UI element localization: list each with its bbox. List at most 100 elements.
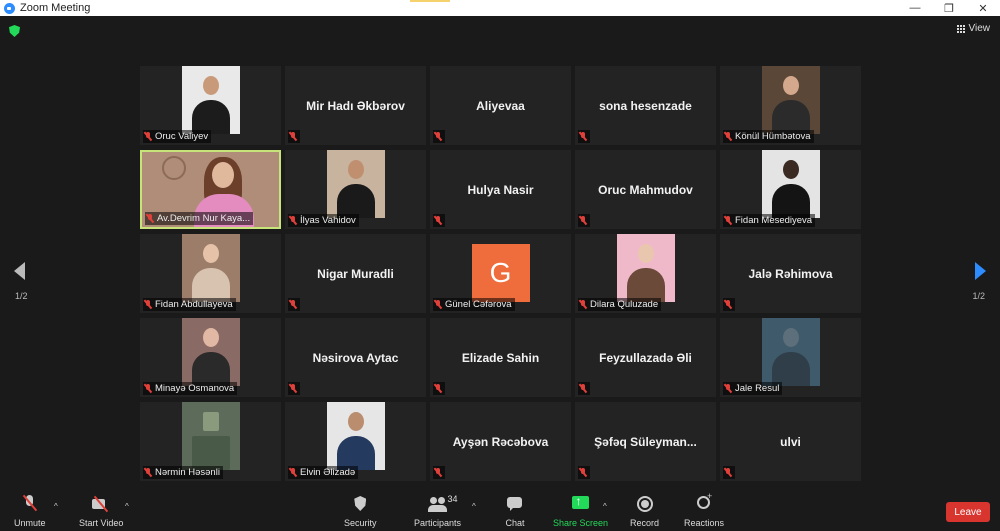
participant-tile[interactable]: Mir Hadı Əkbərov — [285, 66, 426, 145]
participant-name-label — [578, 214, 590, 227]
participant-name-label — [433, 382, 445, 395]
participant-tile[interactable]: Könül Hümbətova — [720, 66, 861, 145]
participant-tile[interactable]: Fidan Mesediyeva — [720, 150, 861, 229]
participant-video — [616, 234, 675, 302]
participant-name-label: Günel Cəfərova — [433, 298, 515, 311]
minimize-icon[interactable]: — — [898, 0, 932, 16]
security-shield-icon — [350, 495, 370, 513]
start-video-button[interactable]: Start Video — [79, 495, 123, 528]
muted-mic-icon — [289, 300, 297, 309]
participant-tile[interactable]: Oruc Valiyev — [140, 66, 281, 145]
participant-name-label: Elvin Əlizadə — [288, 466, 359, 479]
muted-mic-icon — [434, 300, 442, 309]
muted-mic-icon — [434, 384, 442, 393]
muted-mic-icon — [289, 384, 297, 393]
participant-tile[interactable]: Nəsirova Aytac — [285, 318, 426, 397]
participant-tile[interactable]: Oruc Mahmudov — [575, 150, 716, 229]
unmute-button[interactable]: Unmute — [14, 495, 46, 528]
reactions-button[interactable]: Reactions — [684, 491, 724, 528]
muted-mic-icon — [434, 468, 442, 477]
reactions-smiley-icon — [694, 491, 714, 513]
participant-tile[interactable]: Jalə Rəhimova — [720, 234, 861, 313]
meeting-toolbar: Unmute ^ Start Video ^ Security 34 Parti… — [0, 490, 1000, 531]
participant-tile[interactable]: Hulya Nasir — [430, 150, 571, 229]
chat-button[interactable]: Chat — [505, 495, 525, 528]
participant-tile[interactable]: Elizade Sahin — [430, 318, 571, 397]
participants-options-caret-icon[interactable]: ^ — [472, 502, 476, 511]
zoom-app-icon — [4, 2, 15, 14]
microphone-muted-icon — [20, 495, 40, 513]
leave-button[interactable]: Leave — [946, 502, 990, 522]
window-title: Zoom Meeting — [20, 2, 91, 14]
view-button[interactable]: View — [956, 23, 991, 34]
view-label: View — [968, 23, 991, 34]
next-page-arrow-icon[interactable] — [975, 262, 986, 280]
participant-tile[interactable]: Elvin Əlizadə — [285, 402, 426, 481]
participant-tile[interactable]: Nigar Muradli — [285, 234, 426, 313]
close-icon[interactable]: ✕ — [966, 0, 1000, 16]
page-indicator-left: 1/2 — [15, 291, 28, 301]
muted-mic-icon — [579, 132, 587, 141]
share-screen-button[interactable]: Share Screen — [553, 494, 608, 528]
audio-options-caret-icon[interactable]: ^ — [54, 502, 58, 511]
participant-tile[interactable]: Şəfəq Süleyman... — [575, 402, 716, 481]
share-options-caret-icon[interactable]: ^ — [603, 502, 607, 511]
participant-name-center: Hulya Nasir — [467, 182, 534, 197]
chat-bubble-icon — [505, 495, 525, 513]
encryption-shield-icon[interactable] — [9, 25, 20, 37]
page-indicator-right: 1/2 — [972, 291, 985, 301]
record-button[interactable]: Record — [630, 495, 659, 528]
participant-tile[interactable]: ulvi — [720, 402, 861, 481]
participant-name-center: Feyzullazadə Əli — [599, 350, 692, 365]
participant-tile[interactable]: Jale Resul — [720, 318, 861, 397]
previous-page-arrow-icon[interactable] — [14, 262, 25, 280]
participant-tile[interactable]: Aliyevaa — [430, 66, 571, 145]
muted-mic-icon — [289, 132, 297, 141]
window-title-bar: Zoom Meeting — ❐ ✕ — [0, 0, 1000, 16]
participant-tile-active-speaker[interactable]: Av.Devrim Nur Kaya... — [140, 150, 281, 229]
participant-tile[interactable]: Fidan Abdullayeva — [140, 234, 281, 313]
restore-icon[interactable]: ❐ — [932, 0, 966, 16]
participant-tile[interactable]: G Günel Cəfərova — [430, 234, 571, 313]
participant-name-label — [288, 298, 300, 311]
security-button[interactable]: Security — [344, 495, 377, 528]
participant-name-center: Aliyevaa — [476, 98, 525, 113]
participants-count: 34 — [447, 494, 458, 504]
participant-name-label: Minayə Osmanova — [143, 382, 238, 395]
participant-tile[interactable]: İlyas Vahidov — [285, 150, 426, 229]
participant-tile[interactable]: sona hesenzade — [575, 66, 716, 145]
muted-mic-icon — [724, 132, 732, 141]
grid-view-icon — [956, 24, 965, 33]
participant-name-label — [433, 130, 445, 143]
muted-mic-icon — [144, 300, 152, 309]
muted-mic-icon — [144, 132, 152, 141]
participant-name-center: Ayşən Rəcəbova — [452, 434, 549, 449]
muted-mic-icon — [579, 468, 587, 477]
participant-tile[interactable]: Dilara Quluzade — [575, 234, 716, 313]
participant-name-center: Elizade Sahin — [461, 350, 540, 365]
participant-tile[interactable]: Minayə Osmanova — [140, 318, 281, 397]
participant-tile[interactable]: Nərmin Həsənli — [140, 402, 281, 481]
participant-name-center: Jalə Rəhimova — [748, 266, 833, 281]
participant-avatar: G — [471, 244, 530, 302]
participant-name-label — [578, 130, 590, 143]
wall-clock — [162, 156, 186, 180]
participant-name-center: sona hesenzade — [599, 98, 692, 113]
participant-name-label: Oruc Valiyev — [143, 130, 212, 143]
participant-tile[interactable]: Feyzullazadə Əli — [575, 318, 716, 397]
participant-tile[interactable]: Ayşən Rəcəbova — [430, 402, 571, 481]
window-controls: — ❐ ✕ — [898, 0, 1000, 16]
participants-button[interactable]: 34 Participants — [414, 494, 461, 528]
muted-mic-icon — [724, 384, 732, 393]
participant-name-label: İlyas Vahidov — [288, 214, 359, 227]
video-options-caret-icon[interactable]: ^ — [125, 502, 129, 511]
participants-icon: 34 — [427, 494, 458, 513]
participant-name-label: Nərmin Həsənli — [143, 466, 223, 479]
participant-video — [326, 150, 385, 218]
participant-video — [761, 318, 820, 386]
muted-mic-icon — [289, 216, 297, 225]
participant-video — [181, 318, 240, 386]
participant-name-label: Av.Devrim Nur Kaya... — [145, 212, 254, 225]
muted-mic-icon — [579, 300, 587, 309]
participant-name-label — [433, 466, 445, 479]
